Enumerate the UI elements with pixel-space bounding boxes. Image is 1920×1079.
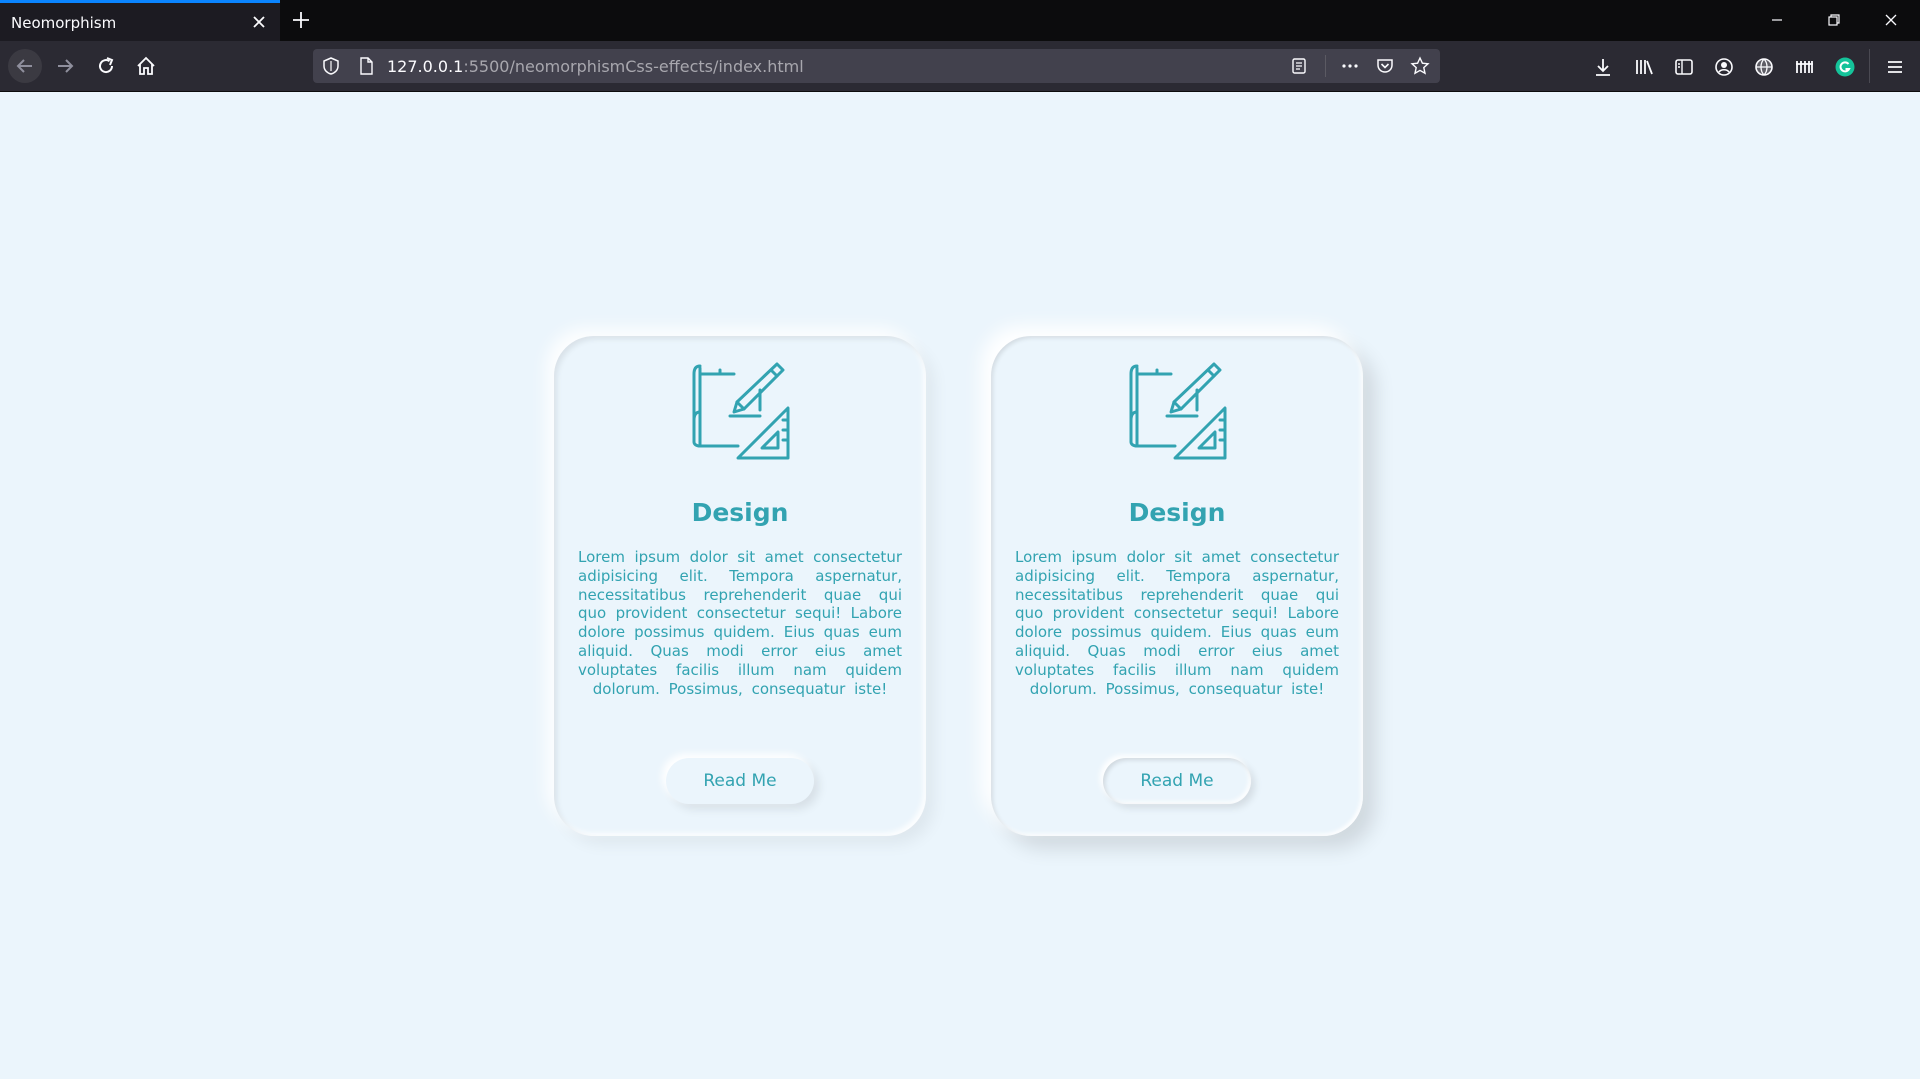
back-button[interactable] [8, 49, 42, 83]
download-icon[interactable] [1592, 56, 1614, 78]
shield-icon[interactable] [321, 56, 341, 76]
page-icon[interactable] [356, 56, 376, 76]
design-card-1: Design Lorem ipsum dolor sit amet consec… [554, 336, 926, 836]
globe-icon[interactable] [1753, 56, 1775, 78]
more-icon[interactable] [1340, 56, 1360, 76]
home-icon [137, 56, 155, 75]
forward-button[interactable] [48, 49, 82, 83]
tab-title: Neomorphism [11, 14, 117, 32]
card-text: Lorem ipsum dolor sit amet consectetur a… [1015, 548, 1339, 698]
card-title: Design [1128, 498, 1226, 527]
pocket-icon[interactable] [1375, 56, 1395, 76]
design-card-2: Design Lorem ipsum dolor sit amet consec… [991, 336, 1363, 836]
minimize-icon[interactable] [1767, 10, 1787, 30]
card-text: Lorem ipsum dolor sit amet consectetur a… [578, 548, 902, 698]
read-me-button[interactable]: Read Me [666, 758, 814, 804]
reload-icon [99, 57, 114, 74]
address-bar[interactable]: 127.0.0.1:5500/neomorphismCss-effects/in… [313, 49, 1440, 83]
design-blueprint-icon [1129, 362, 1227, 460]
forward-icon [58, 59, 74, 73]
page-content: Design Lorem ipsum dolor sit amet consec… [0, 92, 1920, 1079]
library-icon[interactable] [1633, 56, 1655, 78]
menu-icon[interactable] [1884, 56, 1906, 78]
card-title: Design [691, 498, 789, 527]
url-text[interactable]: 127.0.0.1:5500/neomorphismCss-effects/in… [387, 57, 804, 76]
tab-strip: Neomorphism [0, 0, 1920, 41]
urlbar-separator [1325, 55, 1326, 77]
read-me-button[interactable]: Read Me [1103, 758, 1251, 804]
close-tab-icon[interactable] [249, 12, 269, 32]
home-button[interactable] [129, 49, 163, 83]
new-tab-icon[interactable] [290, 9, 312, 31]
toolbar-separator [1869, 49, 1870, 83]
bookmark-star-icon[interactable] [1410, 56, 1430, 76]
url-host: 127.0.0.1 [387, 57, 464, 76]
reload-button[interactable] [89, 49, 123, 83]
account-icon[interactable] [1713, 56, 1735, 78]
back-icon [16, 59, 32, 73]
url-path: :5500/neomorphismCss-effects/index.html [463, 57, 804, 76]
restore-icon[interactable] [1824, 10, 1844, 30]
reader-view-icon[interactable] [1289, 56, 1309, 76]
design-blueprint-icon [692, 362, 790, 460]
grammarly-icon[interactable] [1834, 56, 1856, 78]
navigation-toolbar: 127.0.0.1:5500/neomorphismCss-effects/in… [0, 41, 1920, 92]
extension-icon[interactable] [1793, 56, 1815, 78]
active-tab[interactable]: Neomorphism [0, 0, 280, 41]
close-window-icon[interactable] [1881, 10, 1901, 30]
sidebar-icon[interactable] [1673, 56, 1695, 78]
